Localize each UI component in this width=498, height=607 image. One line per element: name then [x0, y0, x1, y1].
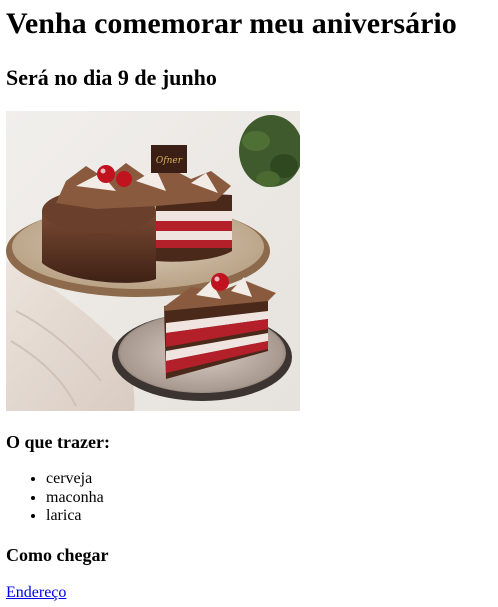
list-item: larica: [46, 507, 104, 526]
svg-text:Ofner: Ofner: [156, 156, 183, 166]
plant-icon: [239, 115, 300, 187]
event-date-subtitle: Será no dia 9 de junho: [6, 65, 217, 90]
page-title: Venha comemorar meu aniversário: [6, 7, 457, 40]
cake-photo: Ofner: [6, 111, 300, 411]
directions-heading: Como chegar: [6, 545, 109, 565]
list-item: maconha: [46, 489, 104, 508]
address-link[interactable]: Endereço: [6, 583, 66, 603]
ofner-logo: Ofner: [151, 145, 187, 173]
bring-list: cerveja maconha larica: [6, 470, 104, 526]
list-item: cerveja: [46, 470, 104, 489]
bring-heading: O que trazer:: [6, 432, 110, 452]
